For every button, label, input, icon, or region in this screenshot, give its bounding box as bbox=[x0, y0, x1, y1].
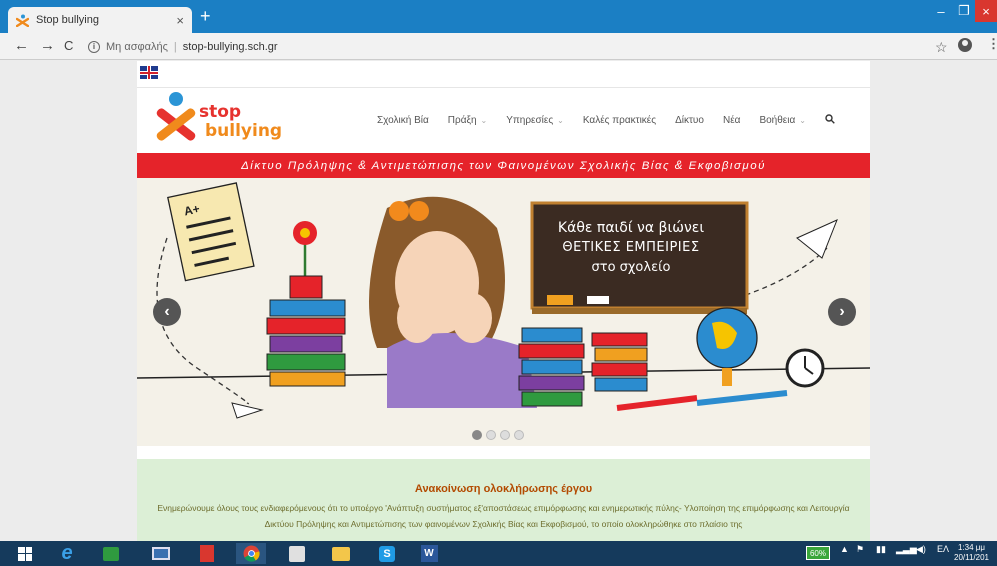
account-icon[interactable] bbox=[958, 38, 972, 52]
slider-dot[interactable] bbox=[514, 430, 524, 440]
red-app-icon[interactable] bbox=[192, 543, 222, 564]
browser-tabstrip: Stop bullying × + – ❐ × bbox=[0, 0, 997, 33]
browser-menu-icon[interactable]: ⋮ bbox=[987, 36, 997, 52]
teams-app-icon[interactable] bbox=[282, 543, 312, 564]
folder-icon[interactable] bbox=[326, 543, 356, 564]
browser-tab[interactable]: Stop bullying × bbox=[8, 7, 192, 33]
slider-prev-button[interactable]: ‹ bbox=[153, 298, 181, 326]
clock-time: 1:34 μμ bbox=[957, 543, 985, 552]
nav-item-good-practices[interactable]: Καλές πρακτικές bbox=[583, 115, 656, 126]
signal-icon[interactable]: ▂▃▅ bbox=[896, 544, 917, 555]
logo-text-bullying: bullying bbox=[205, 121, 283, 141]
battery-indicator[interactable]: 60% bbox=[806, 546, 830, 560]
monitor-app-icon[interactable] bbox=[146, 543, 176, 564]
flag-icon[interactable]: ⚑ bbox=[856, 544, 864, 555]
site-logo[interactable]: stop bullying bbox=[147, 92, 282, 148]
volume-icon[interactable]: ◀) bbox=[916, 544, 926, 555]
chevron-right-icon: › bbox=[839, 303, 845, 320]
language-indicator[interactable]: ΕΛ bbox=[937, 544, 949, 554]
nav-item-news[interactable]: Νέα bbox=[723, 115, 740, 126]
chevron-down-icon: ⌄ bbox=[480, 116, 488, 125]
slider-pagination bbox=[472, 430, 528, 440]
nav-item-help[interactable]: Βοήθεια ⌄ bbox=[759, 115, 806, 126]
announcement-text: Ενημερώνουμε όλους τους ενδιαφερόμενους … bbox=[157, 503, 850, 529]
taskbar-clock[interactable]: 1:34 μμ 20/11/201 bbox=[954, 543, 989, 563]
slider-dot[interactable] bbox=[500, 430, 510, 440]
logo-text-stop: stop bbox=[199, 102, 242, 122]
window-maximize-button[interactable]: ❐ bbox=[953, 0, 975, 22]
nav-item-network[interactable]: Δίκτυο bbox=[675, 115, 704, 126]
chalkboard-line-3: στο σχολείο bbox=[591, 260, 671, 275]
window-close-button[interactable]: × bbox=[975, 0, 997, 22]
bookmark-star-icon[interactable]: ☆ bbox=[935, 39, 948, 56]
address-bar[interactable]: i Μη ασφαλής | stop-bullying.sch.gr bbox=[88, 36, 928, 57]
search-icon[interactable] bbox=[825, 114, 835, 127]
language-bar bbox=[137, 61, 870, 88]
tab-title: Stop bullying bbox=[36, 14, 99, 26]
stop-bullying-favicon-icon bbox=[15, 14, 30, 27]
chevron-down-icon: ⌄ bbox=[557, 116, 564, 125]
clock-date: 20/11/201 bbox=[954, 553, 989, 562]
address-separator: | bbox=[173, 40, 177, 53]
chrome-icon[interactable] bbox=[236, 543, 266, 564]
chalkboard-message: Κάθε παιδί να βιώνει ΘΕΤΙΚΕΣ ΕΜΠΕΙΡΙΕΣ σ… bbox=[531, 220, 731, 275]
site-container: stop bullying Σχολική Βία Πράξη ⌄ Υπηρεσί… bbox=[137, 61, 870, 541]
hero-slider: Κάθε παιδί να βιώνει ΘΕΤΙΚΕΣ ΕΜΠΕΙΡΙΕΣ σ… bbox=[137, 178, 870, 446]
nav-item-services[interactable]: Υπηρεσίες ⌄ bbox=[506, 115, 564, 126]
word-icon[interactable]: W bbox=[414, 543, 444, 564]
chevron-down-icon: ⌄ bbox=[799, 116, 806, 125]
tab-close-icon[interactable]: × bbox=[176, 13, 184, 28]
windows-taskbar: e S W 60% ▲ ⚑ ▮▮ ▂▃▅ ◀) ΕΛ 1:34 μμ 20/11… bbox=[0, 541, 997, 566]
site-info-icon[interactable]: i bbox=[88, 40, 100, 53]
windows-logo-icon bbox=[18, 546, 32, 561]
site-header: stop bullying Σχολική Βία Πράξη ⌄ Υπηρεσί… bbox=[137, 88, 870, 153]
network-banner: Δίκτυο Πρόληψης & Αντιμετώπισης των Φαιν… bbox=[137, 153, 870, 178]
hero-illustration bbox=[137, 182, 870, 419]
browser-toolbar: ← → C i Μη ασφαλής | stop-bullying.sch.g… bbox=[0, 33, 997, 60]
english-flag-icon[interactable] bbox=[140, 66, 158, 79]
slider-dot[interactable] bbox=[472, 430, 482, 440]
announcement-section: Ανακοίνωση ολοκλήρωσης έργου Ενημερώνουμ… bbox=[137, 459, 870, 541]
back-button[interactable]: ← bbox=[14, 37, 29, 54]
tray-chevron-up-icon[interactable]: ▲ bbox=[840, 544, 849, 554]
chalkboard-line-1: Κάθε παιδί να βιώνει bbox=[557, 220, 705, 236]
slider-next-button[interactable]: › bbox=[828, 298, 856, 326]
reload-button[interactable]: C bbox=[64, 38, 73, 53]
forward-button[interactable]: → bbox=[40, 37, 55, 54]
store-icon[interactable] bbox=[96, 543, 126, 564]
nav-item-school-violence[interactable]: Σχολική Βία bbox=[377, 115, 429, 126]
window-minimize-button[interactable]: – bbox=[930, 0, 952, 22]
page-viewport: stop bullying Σχολική Βία Πράξη ⌄ Υπηρεσί… bbox=[0, 61, 997, 541]
nav-item-action[interactable]: Πράξη ⌄ bbox=[448, 115, 487, 126]
new-tab-button[interactable]: + bbox=[200, 7, 211, 25]
chevron-left-icon: ‹ bbox=[164, 303, 170, 320]
internet-explorer-icon[interactable]: e bbox=[52, 542, 82, 564]
skype-icon[interactable]: S bbox=[372, 543, 402, 564]
start-button[interactable] bbox=[10, 543, 40, 564]
chalkboard-line-2: ΘΕΤΙΚΕΣ ΕΜΠΕΙΡΙΕΣ bbox=[562, 240, 700, 255]
slider-dot[interactable] bbox=[486, 430, 496, 440]
announcement-title: Ανακοίνωση ολοκλήρωσης έργου bbox=[414, 483, 593, 495]
network-icon[interactable]: ▮▮ bbox=[876, 544, 886, 555]
main-navigation: Σχολική Βία Πράξη ⌄ Υπηρεσίες ⌄ Καλές πρακ… bbox=[377, 114, 835, 127]
security-label: Μη ασφαλής bbox=[106, 40, 168, 53]
url-text[interactable]: stop-bullying.sch.gr bbox=[183, 41, 278, 53]
